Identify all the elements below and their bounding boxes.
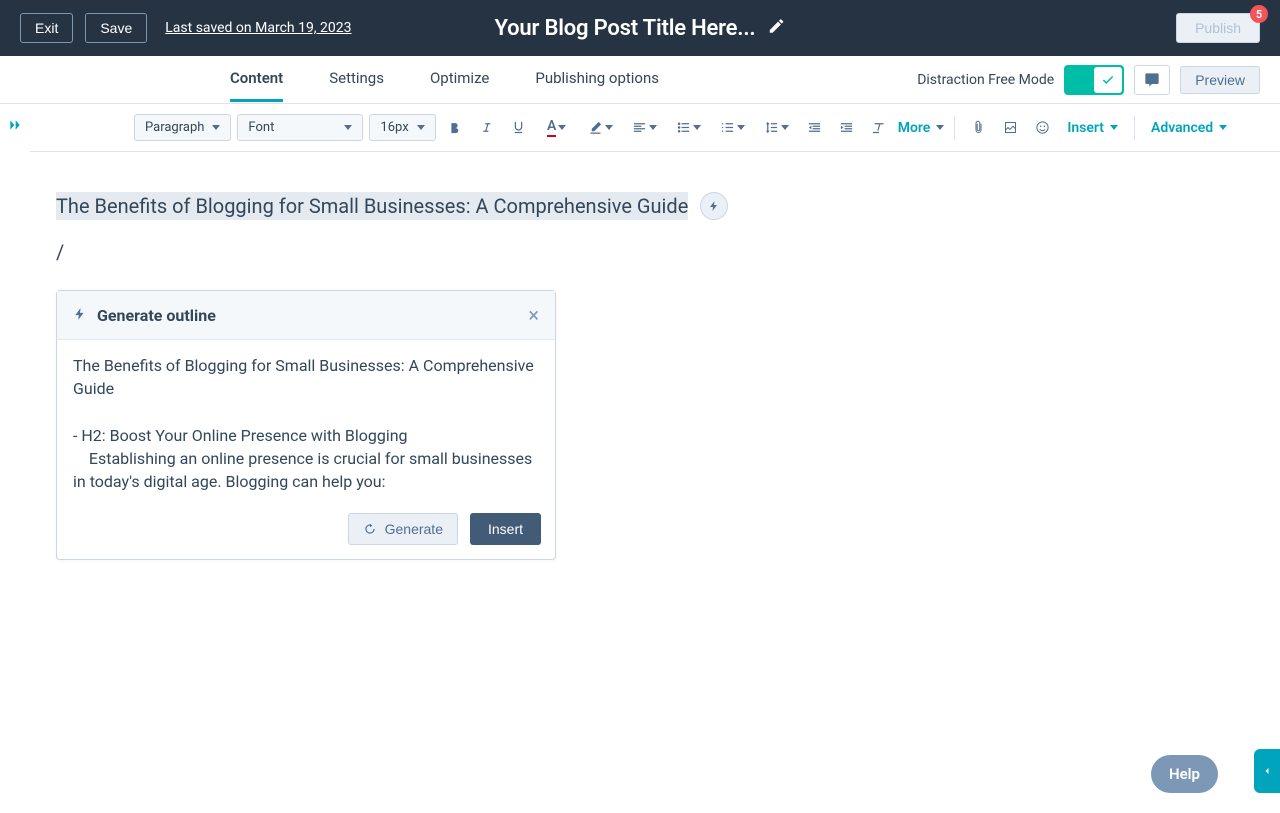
caret-icon	[1219, 125, 1227, 130]
editor-canvas[interactable]: The Benefits of Blogging for Small Busin…	[30, 152, 1280, 812]
more-button[interactable]: More	[898, 120, 945, 136]
caret-icon	[558, 125, 566, 130]
tab-bar: Content Settings Optimize Publishing opt…	[0, 56, 1280, 104]
advanced-label: Advanced	[1151, 120, 1213, 136]
font-label: Font	[248, 120, 274, 135]
card-body: The Benefits of Blogging for Small Busin…	[57, 340, 555, 503]
caret-icon	[1110, 125, 1118, 130]
attachment-button[interactable]	[965, 114, 991, 142]
exit-button[interactable]: Exit	[20, 13, 73, 43]
post-headline[interactable]: The Benefits of Blogging for Small Busin…	[56, 192, 688, 220]
ai-assist-chip[interactable]	[700, 192, 728, 220]
caret-icon	[649, 125, 657, 130]
caret-icon	[781, 125, 789, 130]
emoji-button[interactable]	[1029, 114, 1055, 142]
highlight-color-button[interactable]	[582, 114, 620, 142]
caret-icon	[212, 125, 220, 130]
tab-settings[interactable]: Settings	[329, 57, 384, 102]
title-wrap: Your Blog Post Title Here...	[495, 16, 786, 41]
font-size-label: 16px	[380, 120, 408, 135]
outline-body-title: The Benefits of Blogging for Small Busin…	[73, 354, 539, 400]
help-button[interactable]: Help	[1151, 755, 1218, 793]
more-label: More	[898, 120, 931, 136]
generate-label: Generate	[385, 521, 443, 537]
clear-format-button[interactable]	[866, 114, 892, 142]
indent-button[interactable]	[834, 114, 860, 142]
editor-area: Paragraph Font 16px A	[0, 104, 1280, 812]
underline-button[interactable]	[506, 114, 532, 142]
top-right: Publish 5	[1176, 13, 1260, 43]
card-header: Generate outline ×	[57, 291, 555, 340]
headline-row: The Benefits of Blogging for Small Busin…	[56, 192, 1254, 220]
comments-button[interactable]	[1134, 65, 1170, 95]
expand-panel-icon[interactable]	[0, 110, 30, 140]
top-bar: Exit Save Last saved on March 19, 2023 Y…	[0, 0, 1280, 56]
insert-label: Insert	[1067, 120, 1104, 136]
card-footer: Generate Insert	[57, 503, 555, 559]
caret-icon	[417, 125, 425, 130]
toolbar-divider	[954, 116, 955, 140]
lightning-icon	[73, 306, 87, 325]
outline-body-text: - H2: Boost Your Online Presence with Bl…	[73, 424, 539, 494]
caret-icon	[344, 125, 352, 130]
font-size-select[interactable]: 16px	[369, 114, 435, 141]
image-button[interactable]	[997, 114, 1023, 142]
font-select[interactable]: Font	[237, 114, 363, 141]
save-button[interactable]: Save	[85, 13, 147, 43]
distraction-free-toggle[interactable]	[1064, 65, 1124, 95]
close-icon[interactable]: ×	[528, 305, 539, 325]
bullet-list-button[interactable]	[670, 114, 708, 142]
distraction-free-label: Distraction Free Mode	[917, 72, 1054, 88]
caret-icon	[693, 125, 701, 130]
page-title[interactable]: Your Blog Post Title Here...	[495, 16, 756, 41]
line-height-button[interactable]	[758, 114, 796, 142]
insert-button[interactable]: Insert	[470, 513, 541, 545]
side-panel-open-icon[interactable]	[1254, 749, 1280, 793]
caret-icon	[936, 125, 944, 130]
generate-button[interactable]: Generate	[348, 513, 458, 545]
card-title: Generate outline	[97, 306, 216, 325]
last-saved-link[interactable]: Last saved on March 19, 2023	[165, 20, 351, 36]
align-button[interactable]	[626, 114, 664, 142]
outdent-button[interactable]	[802, 114, 828, 142]
editor-toolbar: Paragraph Font 16px A	[30, 104, 1280, 152]
tabs: Content Settings Optimize Publishing opt…	[230, 57, 659, 102]
insert-menu-button[interactable]: Insert	[1061, 120, 1124, 136]
tab-optimize[interactable]: Optimize	[430, 57, 489, 102]
tab-publishing-options[interactable]: Publishing options	[535, 57, 659, 102]
caret-icon	[605, 125, 613, 130]
caret-icon	[737, 125, 745, 130]
slash-command-trigger[interactable]: /	[56, 240, 1254, 264]
publish-badge: 5	[1250, 5, 1268, 23]
paragraph-style-select[interactable]: Paragraph	[134, 114, 231, 141]
numbered-list-button[interactable]	[714, 114, 752, 142]
toggle-handle	[1094, 67, 1122, 93]
publish-button[interactable]: Publish	[1176, 13, 1260, 43]
italic-button[interactable]	[474, 114, 500, 142]
paragraph-style-label: Paragraph	[145, 120, 204, 135]
generate-outline-card: Generate outline × The Benefits of Blogg…	[56, 290, 556, 560]
text-color-button[interactable]: A	[538, 114, 576, 142]
advanced-menu-button[interactable]: Advanced	[1145, 120, 1233, 136]
bold-button[interactable]	[442, 114, 468, 142]
edit-title-icon[interactable]	[767, 17, 785, 39]
toolbar-divider	[1134, 116, 1135, 140]
preview-button[interactable]: Preview	[1180, 66, 1260, 94]
tab-content[interactable]: Content	[230, 57, 283, 102]
